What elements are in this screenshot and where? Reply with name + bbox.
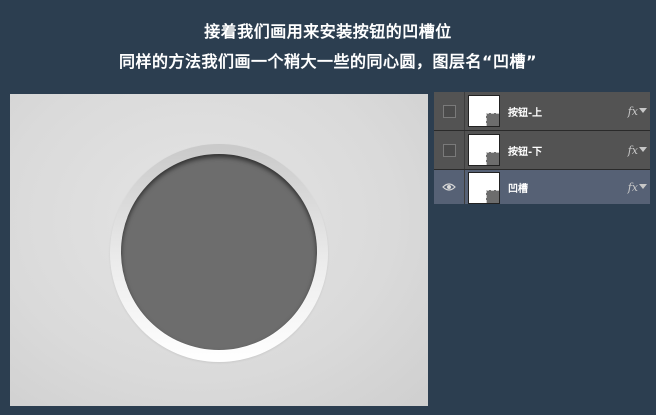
caption-line-1: 接着我们画用来安装按钮的凹槽位 — [204, 22, 452, 41]
visibility-toggle[interactable] — [434, 92, 465, 130]
caption-line-2: 同样的方法我们画一个稍大一些的同心圆，图层名“凹槽” — [118, 52, 538, 71]
layer-name[interactable]: 凹槽 — [508, 170, 528, 204]
empty-box-icon — [442, 143, 456, 157]
groove-circle — [121, 154, 317, 350]
layer-thumbnail — [468, 172, 500, 204]
layer-thumbnail — [468, 134, 500, 166]
fx-icon[interactable]: fx — [628, 92, 638, 130]
chevron-down-icon[interactable] — [639, 147, 647, 152]
layer-row-button-bottom[interactable]: 按钮-下 fx — [434, 131, 650, 170]
layer-row-button-top[interactable]: 按钮-上 fx — [434, 92, 650, 131]
layers-panel: 按钮-上 fx 按钮-下 fx 凹槽 fx — [434, 92, 650, 204]
chevron-down-icon[interactable] — [639, 108, 647, 113]
fx-icon[interactable]: fx — [628, 131, 638, 169]
visibility-toggle[interactable] — [434, 170, 465, 204]
layer-name[interactable]: 按钮-上 — [508, 92, 542, 130]
chevron-down-icon[interactable] — [639, 184, 647, 189]
design-canvas[interactable] — [10, 94, 428, 406]
mask-icon — [486, 113, 499, 126]
layer-thumbnail — [468, 95, 500, 127]
mask-icon — [486, 152, 499, 165]
layer-name[interactable]: 按钮-下 — [508, 131, 542, 169]
fx-icon[interactable]: fx — [628, 170, 638, 204]
eye-icon — [442, 183, 456, 191]
mask-icon — [486, 190, 499, 203]
layer-row-groove[interactable]: 凹槽 fx — [434, 170, 650, 204]
visibility-toggle[interactable] — [434, 131, 465, 169]
empty-box-icon — [442, 104, 456, 118]
groove-outer-ring — [110, 144, 328, 362]
